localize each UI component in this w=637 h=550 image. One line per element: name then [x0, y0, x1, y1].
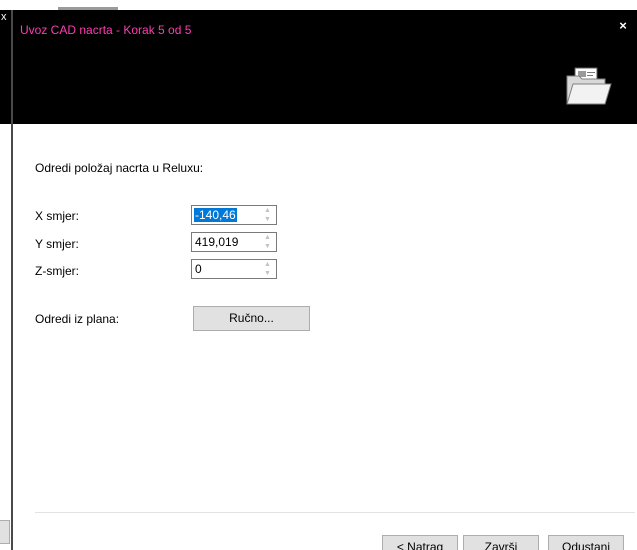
spin-up-icon[interactable]: ▲: [259, 233, 276, 242]
folder-icon: [566, 67, 612, 105]
wizard-content: Odredi položaj nacrta u Reluxu: X smjer:…: [13, 124, 637, 550]
spin-down-icon[interactable]: ▼: [259, 269, 276, 278]
determine-from-plan-label: Odredi iz plana:: [35, 312, 120, 326]
cancel-button[interactable]: Odustani: [548, 535, 624, 550]
y-direction-spin-buttons: ▲ ▼: [259, 233, 276, 251]
x-direction-spin-buttons: ▲ ▼: [259, 206, 276, 224]
spin-up-icon[interactable]: ▲: [259, 206, 276, 215]
back-button[interactable]: < Natrag: [382, 535, 458, 550]
wizard-header: [13, 47, 637, 124]
z-direction-value[interactable]: 0: [195, 262, 202, 276]
x-direction-value[interactable]: -140,46: [194, 208, 237, 222]
y-direction-label: Y smjer:: [35, 237, 79, 251]
spin-down-icon[interactable]: ▼: [259, 215, 276, 224]
spin-down-icon[interactable]: ▼: [259, 242, 276, 251]
instruction-text: Odredi položaj nacrta u Reluxu:: [35, 161, 204, 175]
close-icon[interactable]: ×: [615, 18, 631, 34]
title-bar: Uvoz CAD nacrta - Korak 5 od 5 ×: [13, 10, 637, 47]
screen: x Uvoz CAD nacrta - Korak 5 od 5 × Odred…: [0, 0, 637, 550]
x-direction-spinbox[interactable]: -140,46 ▲ ▼: [191, 205, 277, 225]
x-direction-label: X smjer:: [35, 209, 80, 223]
z-direction-spin-buttons: ▲ ▼: [259, 260, 276, 278]
y-direction-value[interactable]: 419,019: [195, 235, 238, 249]
z-direction-label: Z-smjer:: [35, 264, 79, 278]
separator: [35, 512, 635, 513]
z-direction-spinbox[interactable]: 0 ▲ ▼: [191, 259, 277, 279]
background-window-button[interactable]: [0, 520, 10, 544]
finish-button[interactable]: Završi: [463, 535, 539, 550]
cad-import-dialog: Uvoz CAD nacrta - Korak 5 od 5 × Odredi …: [11, 10, 637, 550]
window-title: Uvoz CAD nacrta - Korak 5 od 5: [20, 23, 192, 37]
spin-up-icon[interactable]: ▲: [259, 260, 276, 269]
y-direction-spinbox[interactable]: 419,019 ▲ ▼: [191, 232, 277, 252]
manual-button[interactable]: Ručno...: [193, 306, 310, 331]
